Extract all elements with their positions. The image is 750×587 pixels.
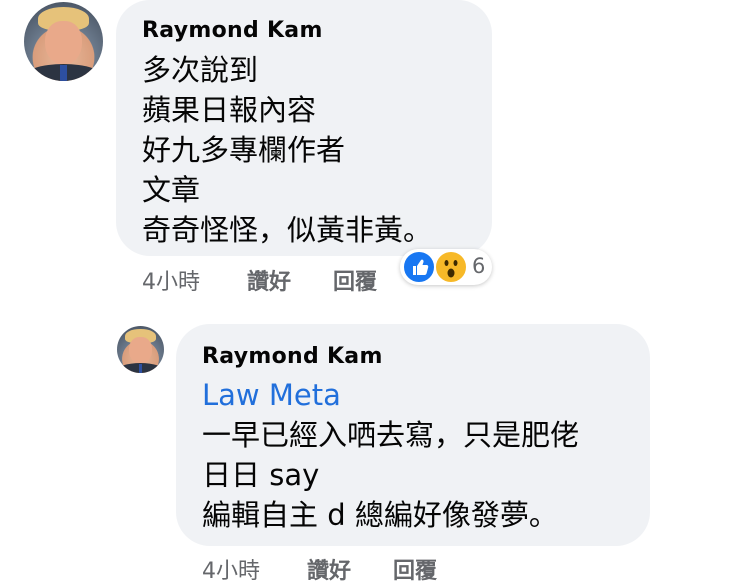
mention-link[interactable]: Law Meta [202,375,341,415]
avatar-face [44,20,83,66]
avatar-tie [60,65,67,81]
comment-text-line: 日日 say [202,458,320,492]
comment-text-line: 奇奇怪怪，似黃非黃。 [142,213,433,247]
comment-text-line: 多次說到 [142,53,259,87]
like-button[interactable]: 讚好 [247,264,291,296]
like-icon [402,250,436,284]
comment-text-line: 蘋果日報內容 [142,93,317,127]
reply-button[interactable]: 回覆 [333,264,377,296]
comment-author[interactable]: Raymond Kam [142,18,323,43]
comment-timestamp[interactable]: 4小時 [202,553,260,585]
comment-author[interactable]: Raymond Kam [202,344,383,369]
comment-text-line: 編輯自主 d 總編好像發夢。 [202,498,558,532]
reaction-count: 6 [472,254,486,278]
reply-button[interactable]: 回覆 [393,553,437,585]
reaction-summary[interactable]: 6 [400,249,492,285]
avatar[interactable] [24,2,103,81]
avatar-tie [138,363,143,373]
wow-icon [434,250,468,284]
avatar-face [129,337,152,364]
comment-text-line: 一早已經入哂去寫，只是肥佬 [202,418,580,452]
like-button[interactable]: 讚好 [307,553,351,585]
comment-timestamp[interactable]: 4小時 [142,264,200,296]
comment-text-line: 好九多專欄作者 [142,133,346,167]
avatar[interactable] [117,326,164,373]
comment-text-line: 文章 [142,173,201,207]
